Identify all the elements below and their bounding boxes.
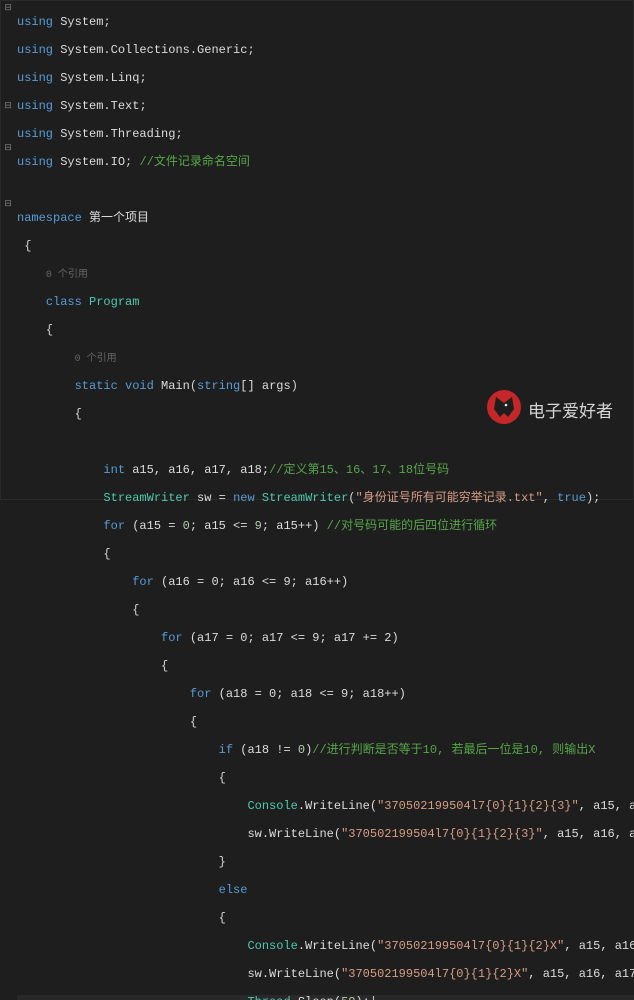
code-editor[interactable]: ⊟ ⊟ ⊟ ⊟ using System; using System.Colle… xyxy=(1,1,633,499)
fold-gutter: ⊟ ⊟ ⊟ ⊟ xyxy=(1,1,15,499)
code-area[interactable]: using System; using System.Collections.G… xyxy=(15,1,634,499)
codelens-reference[interactable]: 0 个引用 xyxy=(75,354,117,365)
codelens-reference[interactable]: 0 个引用 xyxy=(46,270,88,281)
current-line: Thread.Sleep(50);| xyxy=(17,995,634,1000)
